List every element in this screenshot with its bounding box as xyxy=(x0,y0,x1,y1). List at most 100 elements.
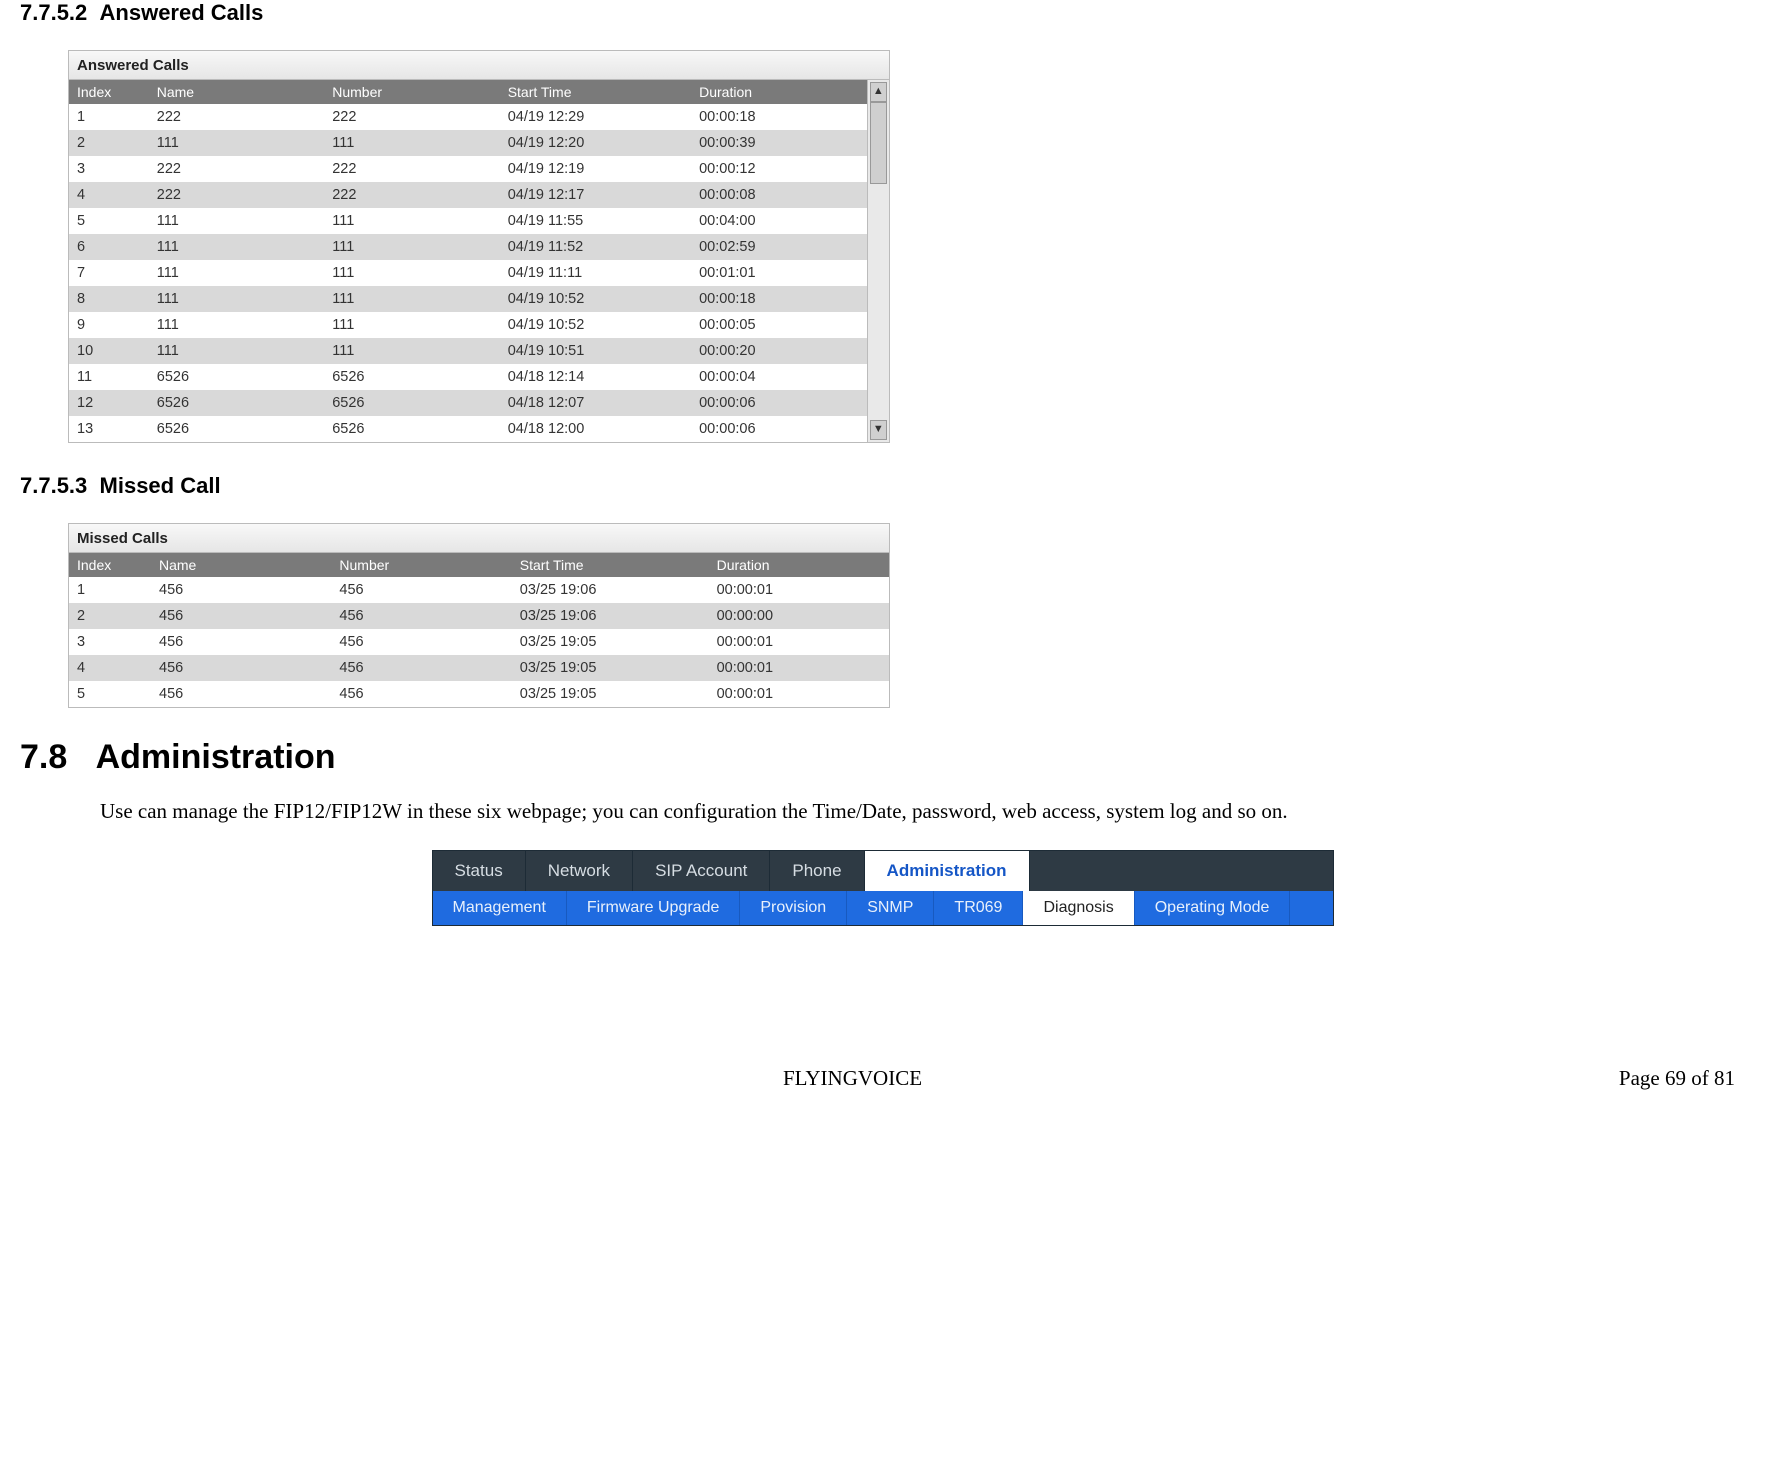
col-dur: Duration xyxy=(691,80,866,104)
sub-tab-firmware-upgrade[interactable]: Firmware Upgrade xyxy=(567,891,740,925)
cell-index: 2 xyxy=(69,130,149,156)
cell-dur: 00:00:00 xyxy=(709,603,889,629)
col-number: Number xyxy=(331,553,511,577)
cell-index: 2 xyxy=(69,603,151,629)
col-dur: Duration xyxy=(709,553,889,577)
answered-calls-table: Index Name Number Start Time Duration 12… xyxy=(69,80,867,442)
cell-number: 6526 xyxy=(324,364,499,390)
scroll-down-icon[interactable]: ▼ xyxy=(870,420,887,440)
scroll-up-icon[interactable]: ▲ xyxy=(870,82,887,102)
table-row: 245645603/25 19:0600:00:00 xyxy=(69,603,889,629)
cell-dur: 00:00:08 xyxy=(691,182,866,208)
cell-start: 04/19 12:20 xyxy=(500,130,691,156)
cell-name: 6526 xyxy=(149,390,324,416)
cell-start: 03/25 19:05 xyxy=(512,655,709,681)
table-row: 322222204/19 12:1900:00:12 xyxy=(69,156,867,182)
table-row: 422222204/19 12:1700:00:08 xyxy=(69,182,867,208)
cell-number: 456 xyxy=(331,655,511,681)
cell-index: 8 xyxy=(69,286,149,312)
cell-number: 111 xyxy=(324,260,499,286)
heading-number: 7.7.5.3 xyxy=(20,473,87,498)
top-tab-network[interactable]: Network xyxy=(526,851,633,891)
administration-paragraph: Use can manage the FIP12/FIP12W in these… xyxy=(100,799,1745,824)
sub-tab-provision[interactable]: Provision xyxy=(740,891,847,925)
cell-start: 04/19 11:55 xyxy=(500,208,691,234)
cell-index: 12 xyxy=(69,390,149,416)
cell-start: 04/18 12:07 xyxy=(500,390,691,416)
cell-index: 9 xyxy=(69,312,149,338)
top-tab-sip-account[interactable]: SIP Account xyxy=(633,851,770,891)
cell-start: 04/18 12:14 xyxy=(500,364,691,390)
sub-tab-bar: ManagementFirmware UpgradeProvisionSNMPT… xyxy=(433,891,1333,925)
top-tab-phone[interactable]: Phone xyxy=(770,851,864,891)
sub-tab-management[interactable]: Management xyxy=(433,891,567,925)
cell-start: 04/19 10:52 xyxy=(500,312,691,338)
sub-tab-operating-mode[interactable]: Operating Mode xyxy=(1135,891,1291,925)
cell-number: 456 xyxy=(331,681,511,707)
cell-dur: 00:02:59 xyxy=(691,234,866,260)
col-name: Name xyxy=(151,553,331,577)
table-row: 611111104/19 11:5200:02:59 xyxy=(69,234,867,260)
cell-index: 13 xyxy=(69,416,149,442)
cell-start: 04/19 12:17 xyxy=(500,182,691,208)
missed-calls-table: Index Name Number Start Time Duration 14… xyxy=(69,553,889,707)
section-heading-answered-calls: 7.7.5.2 Answered Calls xyxy=(20,0,1745,26)
cell-name: 6526 xyxy=(149,416,324,442)
cell-name: 6526 xyxy=(149,364,324,390)
cell-start: 03/25 19:05 xyxy=(512,629,709,655)
cell-number: 6526 xyxy=(324,390,499,416)
heading-title: Missed Call xyxy=(100,473,221,498)
sub-tab-snmp[interactable]: SNMP xyxy=(847,891,934,925)
cell-dur: 00:00:01 xyxy=(709,629,889,655)
cell-dur: 00:00:06 xyxy=(691,390,866,416)
missed-calls-panel-title: Missed Calls xyxy=(69,524,889,553)
cell-name: 222 xyxy=(149,104,324,130)
answered-calls-scrollbar[interactable]: ▲ ▼ xyxy=(867,80,889,442)
cell-index: 5 xyxy=(69,208,149,234)
cell-dur: 00:00:04 xyxy=(691,364,866,390)
cell-dur: 00:00:20 xyxy=(691,338,866,364)
cell-number: 111 xyxy=(324,286,499,312)
heading-number: 7.8 xyxy=(20,738,67,776)
top-tab-administration[interactable]: Administration xyxy=(865,851,1030,891)
cell-index: 4 xyxy=(69,182,149,208)
cell-number: 111 xyxy=(324,338,499,364)
table-row: 811111104/19 10:5200:00:18 xyxy=(69,286,867,312)
cell-name: 111 xyxy=(149,234,324,260)
cell-name: 111 xyxy=(149,260,324,286)
cell-number: 111 xyxy=(324,234,499,260)
cell-index: 5 xyxy=(69,681,151,707)
scroll-thumb[interactable] xyxy=(870,102,887,184)
cell-name: 111 xyxy=(149,208,324,234)
cell-number: 111 xyxy=(324,130,499,156)
cell-number: 222 xyxy=(324,156,499,182)
cell-name: 222 xyxy=(149,156,324,182)
cell-name: 456 xyxy=(151,603,331,629)
col-index: Index xyxy=(69,553,151,577)
table-row: 911111104/19 10:5200:00:05 xyxy=(69,312,867,338)
page-footer: FLYINGVOICE Page 69 of 81 xyxy=(20,1066,1745,1091)
cell-start: 04/19 11:52 xyxy=(500,234,691,260)
cell-dur: 00:00:18 xyxy=(691,286,866,312)
cell-number: 456 xyxy=(331,629,511,655)
cell-start: 03/25 19:05 xyxy=(512,681,709,707)
sub-tab-tr069[interactable]: TR069 xyxy=(934,891,1023,925)
cell-index: 10 xyxy=(69,338,149,364)
cell-number: 222 xyxy=(324,104,499,130)
section-heading-administration: 7.8 Administration xyxy=(20,738,1745,777)
col-start: Start Time xyxy=(500,80,691,104)
col-start: Start Time xyxy=(512,553,709,577)
table-row: 122222204/19 12:2900:00:18 xyxy=(69,104,867,130)
cell-start: 04/19 10:52 xyxy=(500,286,691,312)
sub-tab-diagnosis[interactable]: Diagnosis xyxy=(1023,891,1134,925)
cell-start: 03/25 19:06 xyxy=(512,603,709,629)
section-heading-missed-call: 7.7.5.3 Missed Call xyxy=(20,473,1745,499)
missed-calls-panel: Missed Calls Index Name Number Start Tim… xyxy=(68,523,890,708)
cell-number: 111 xyxy=(324,312,499,338)
cell-dur: 00:00:01 xyxy=(709,655,889,681)
heading-title: Answered Calls xyxy=(100,0,264,25)
top-tab-status[interactable]: Status xyxy=(433,851,526,891)
cell-index: 6 xyxy=(69,234,149,260)
table-row: 545645603/25 19:0500:00:01 xyxy=(69,681,889,707)
cell-index: 1 xyxy=(69,577,151,603)
